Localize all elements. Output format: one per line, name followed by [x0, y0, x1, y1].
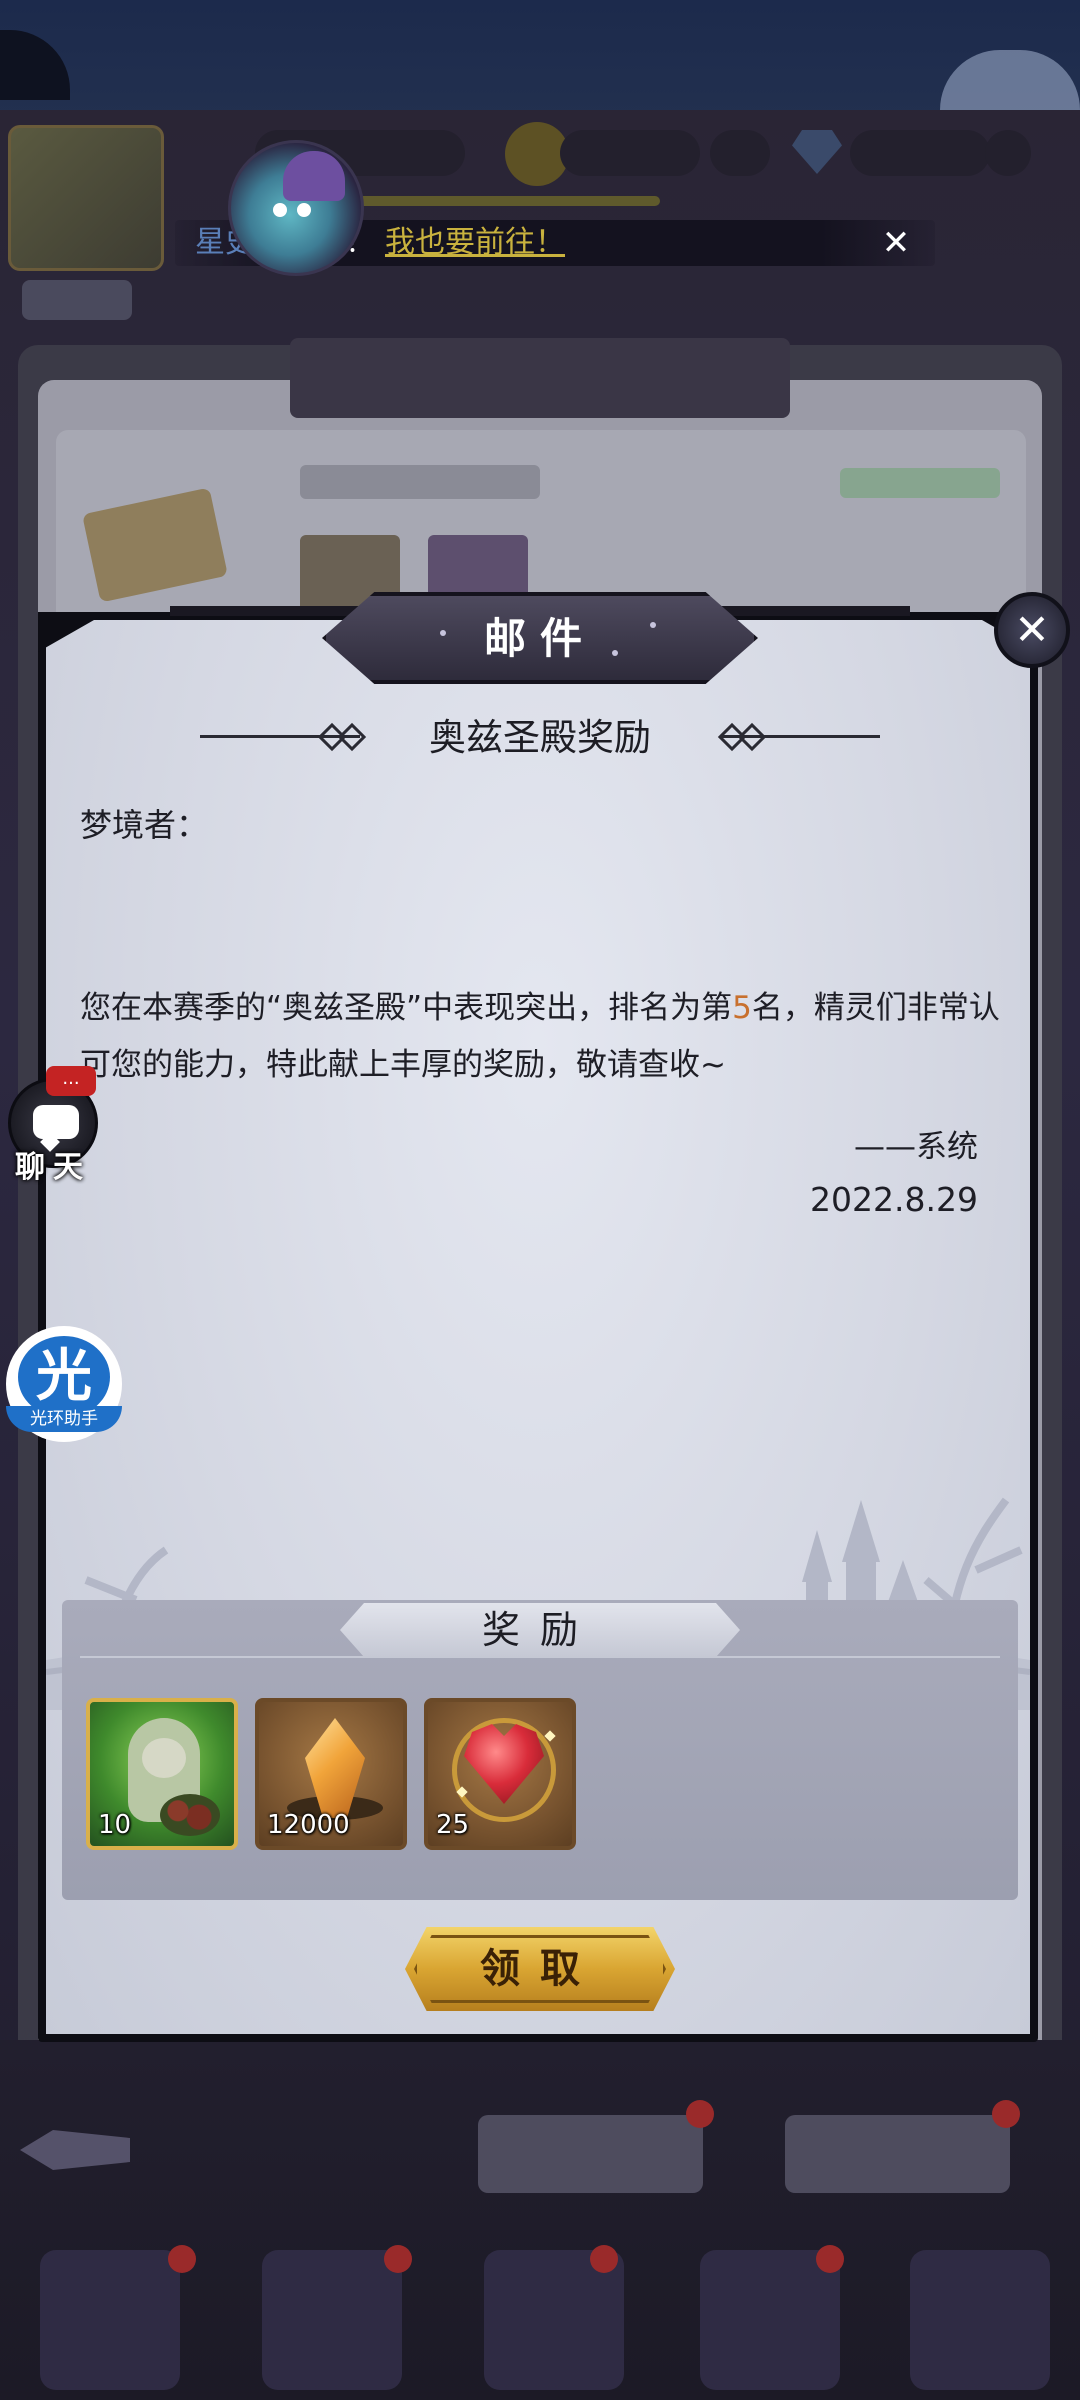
notification-dot [686, 2100, 714, 2128]
diamond-counter[interactable] [850, 130, 990, 176]
mail-greeting: 梦境者： [80, 806, 209, 844]
mail-body-text: 您在本赛季的“奥兹圣殿”中表现突出，排名为第 [80, 990, 733, 1026]
rank-number: 5 [732, 990, 752, 1026]
nav-item[interactable] [910, 2250, 1050, 2390]
chat-badge: ... [46, 1066, 96, 1096]
mail-signature: ——系统 [854, 1129, 978, 1165]
close-dialog-button[interactable]: ✕ [994, 592, 1070, 668]
announcement-link[interactable]: 我也要前往！ [385, 225, 565, 260]
flower-bouquet [160, 1794, 220, 1836]
cloud-decoration [940, 50, 1080, 110]
mail-list-item-title [300, 465, 540, 499]
notification-dot [384, 2245, 412, 2273]
close-icon: ✕ [1014, 605, 1050, 654]
assistant-label: 光环助手 [6, 1406, 122, 1432]
mascot-eye [297, 203, 311, 217]
notification-dot [816, 2245, 844, 2273]
notification-dot [590, 2245, 618, 2273]
mascot-hat [283, 151, 345, 201]
reward-item-crystal[interactable]: 12000 [255, 1698, 407, 1850]
nav-item[interactable] [700, 2250, 840, 2390]
chat-bubble-icon [33, 1105, 79, 1139]
hero-face [142, 1738, 186, 1778]
mail-subject: 奥兹圣殿奖励 [429, 716, 651, 759]
player-avatar[interactable] [8, 125, 164, 271]
rewards-title: 奖励 [481, 1608, 598, 1652]
delete-read-button[interactable] [478, 2115, 703, 2193]
tree-silhouette [0, 30, 70, 100]
mail-body: 您在本赛季的“奥兹圣殿”中表现突出，排名为第5名，精灵们非常认可您的能力，特此献… [80, 980, 1000, 1094]
mail-list-item-date [840, 468, 1000, 498]
ornament-line-right [720, 735, 880, 738]
claim-button-label[interactable]: 领取 [405, 1927, 675, 2011]
reward-count: 25 [436, 1810, 470, 1840]
chat-button-label[interactable]: 聊天 [8, 1142, 98, 1186]
nav-item[interactable] [262, 2250, 402, 2390]
player-level-badge [22, 280, 132, 320]
nav-item[interactable] [40, 2250, 180, 2390]
mascot-eye [273, 203, 287, 217]
dialog-title: 邮件 [483, 614, 596, 663]
mail-date: 2022.8.29 [810, 1180, 978, 1219]
reward-count: 12000 [267, 1810, 350, 1840]
notification-dot [992, 2100, 1020, 2128]
reward-item-heart-gem[interactable]: 25 [424, 1698, 576, 1850]
notification-dot [168, 2245, 196, 2273]
reward-count: 10 [98, 1810, 132, 1840]
reward-item-hero[interactable]: 10 [86, 1698, 238, 1850]
mail-panel-title-plate [290, 338, 790, 418]
coin-counter[interactable] [560, 130, 700, 176]
close-icon[interactable]: ✕ [873, 220, 919, 266]
mascot-avatar [228, 140, 364, 276]
claim-all-button[interactable] [785, 2115, 1010, 2193]
add-currency-button[interactable] [985, 130, 1031, 176]
purple-gem-icon [710, 130, 770, 176]
sky-background [0, 0, 1080, 120]
